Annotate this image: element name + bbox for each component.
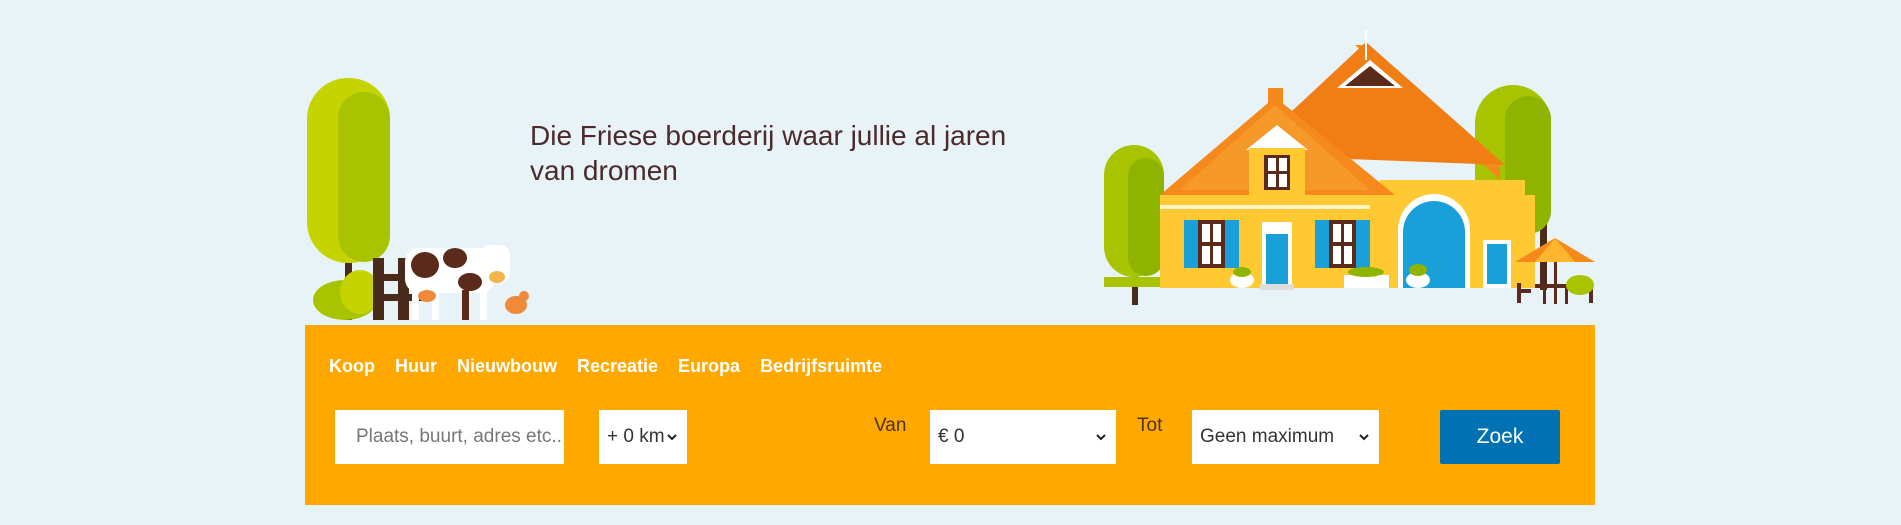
price-to-label: Tot	[1137, 415, 1163, 436]
chevron-down-icon	[667, 434, 677, 441]
tab-europa[interactable]: Europa	[678, 355, 740, 377]
tab-huur[interactable]: Huur	[395, 355, 437, 377]
radius-select[interactable]: + 0 km	[599, 410, 687, 464]
radius-value: + 0 km	[607, 426, 665, 447]
search-button[interactable]: Zoek	[1440, 410, 1560, 464]
tab-bedrijfsruimte[interactable]: Bedrijfsruimte	[760, 355, 882, 377]
cow-icon	[405, 245, 510, 320]
search-panel: Koop Huur Nieuwbouw Recreatie Europa Bed…	[305, 325, 1595, 505]
chevron-down-icon	[1096, 434, 1106, 441]
price-from-value: € 0	[938, 426, 965, 447]
hero-tagline: Die Friese boerderij waar jullie al jare…	[530, 120, 1007, 186]
farmhouse-icon	[1160, 30, 1535, 290]
price-to-select[interactable]: Geen maximum	[1192, 410, 1379, 464]
chevron-down-icon	[1359, 434, 1369, 441]
tab-koop[interactable]: Koop	[329, 355, 375, 377]
hero-section: Die Friese boerderij waar jullie al jare…	[0, 0, 1901, 325]
tab-nieuwbouw[interactable]: Nieuwbouw	[457, 355, 557, 377]
price-from-select[interactable]: € 0	[930, 410, 1116, 464]
chicken-icon	[505, 291, 529, 314]
price-from-label: Van	[874, 415, 907, 436]
location-search-input[interactable]	[335, 410, 564, 464]
search-tabs: Koop Huur Nieuwbouw Recreatie Europa Bed…	[329, 355, 902, 377]
tab-recreatie[interactable]: Recreatie	[577, 355, 658, 377]
price-to-value: Geen maximum	[1200, 426, 1335, 447]
